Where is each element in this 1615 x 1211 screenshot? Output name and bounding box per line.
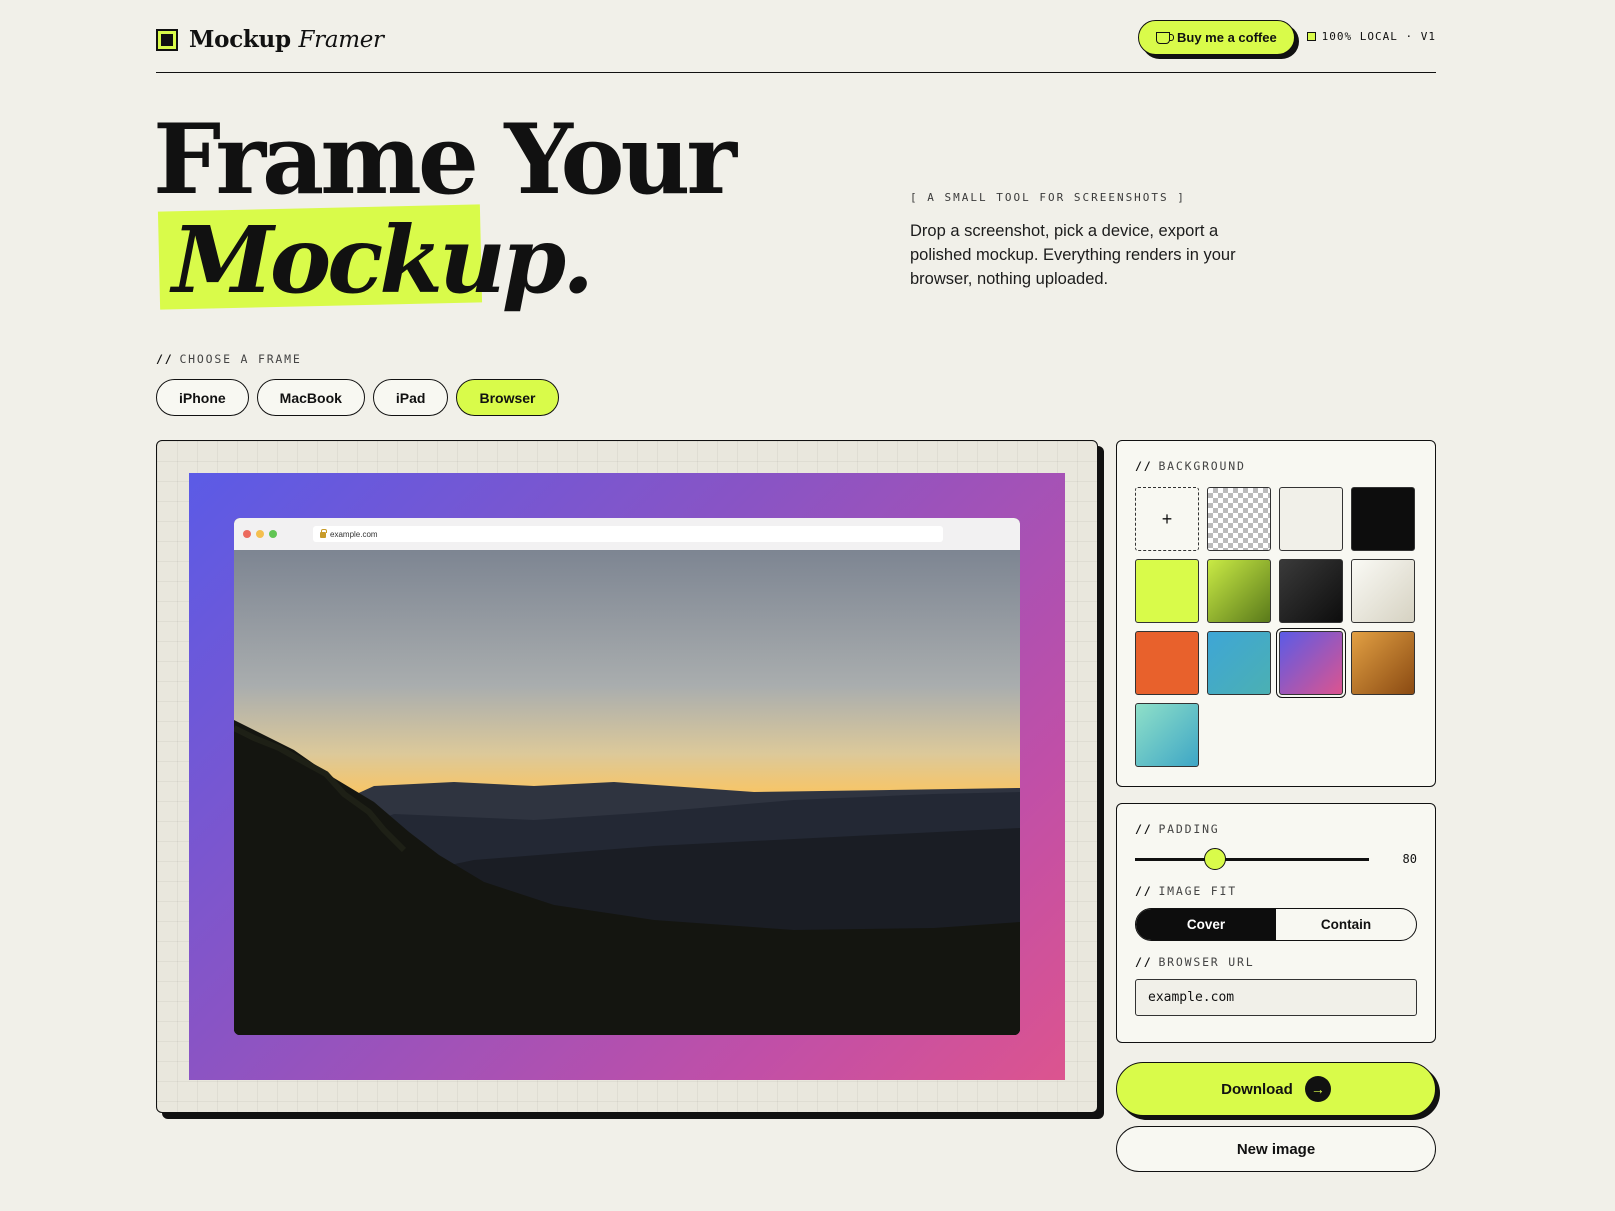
browser-url-label: // BROWSER URL bbox=[1135, 955, 1417, 969]
swatch-copper-gradient[interactable] bbox=[1351, 631, 1415, 695]
section-prefix: // bbox=[1135, 459, 1153, 473]
browser-url-label-text: BROWSER URL bbox=[1158, 955, 1255, 969]
swatch-violet-pink-gradient[interactable] bbox=[1276, 628, 1346, 698]
padding-slider-track[interactable] bbox=[1135, 858, 1369, 861]
swatch-grid: + bbox=[1135, 487, 1417, 767]
padding-slider-thumb[interactable] bbox=[1203, 848, 1226, 870]
close-dot-icon bbox=[243, 530, 251, 538]
lock-icon bbox=[320, 529, 327, 538]
swatch-black[interactable] bbox=[1351, 487, 1415, 551]
swatch-ocean-gradient[interactable] bbox=[1207, 631, 1271, 695]
top-header: Mockup Framer Buy me a coffee 100% LOCAL… bbox=[156, 18, 1436, 73]
browser-url-input[interactable] bbox=[1135, 979, 1417, 1016]
logo-name-italic: Framer bbox=[298, 27, 384, 53]
swatch-pearl-gradient[interactable] bbox=[1351, 559, 1415, 623]
browser-address-text: example.com bbox=[330, 529, 378, 539]
frame-tab-macbook[interactable]: MacBook bbox=[256, 379, 365, 416]
frame-tabs: iPhone MacBook iPad Browser bbox=[156, 379, 559, 416]
mockup-background: example.com bbox=[189, 473, 1065, 1080]
download-label: Download bbox=[1221, 1080, 1293, 1098]
new-image-button[interactable]: New image bbox=[1116, 1126, 1436, 1172]
browser-toolbar: example.com bbox=[234, 518, 1020, 550]
swatch-cream[interactable] bbox=[1279, 487, 1343, 551]
minimize-dot-icon bbox=[256, 530, 264, 538]
choose-frame-label-text: CHOOSE A FRAME bbox=[179, 352, 302, 366]
image-fit-label-text: IMAGE FIT bbox=[1158, 884, 1237, 898]
swatch-mint-gradient[interactable] bbox=[1135, 703, 1199, 767]
logo-mark-icon bbox=[156, 28, 178, 51]
background-label: // BACKGROUND bbox=[1135, 459, 1417, 473]
swatch-lime[interactable] bbox=[1135, 559, 1199, 623]
add-background-button[interactable]: + bbox=[1135, 487, 1199, 551]
swatch-orange[interactable] bbox=[1135, 631, 1199, 695]
section-prefix: // bbox=[1135, 822, 1153, 836]
logo[interactable]: Mockup Framer bbox=[156, 26, 384, 53]
padding-value: 80 bbox=[1402, 852, 1417, 866]
frame-tab-iphone[interactable]: iPhone bbox=[156, 379, 249, 416]
padding-slider[interactable]: 80 bbox=[1135, 844, 1417, 874]
swatch-olive-gradient[interactable] bbox=[1207, 559, 1271, 623]
logo-name: Mockup bbox=[189, 26, 291, 53]
plus-icon: + bbox=[1161, 508, 1173, 529]
image-fit-toggle: Cover Contain bbox=[1135, 908, 1417, 941]
arrow-right-icon: → bbox=[1304, 1076, 1331, 1102]
maximize-dot-icon bbox=[269, 530, 277, 538]
fit-cover-option[interactable]: Cover bbox=[1136, 909, 1276, 940]
hero-tagline: [ A SMALL TOOL FOR SCREENSHOTS ] bbox=[910, 191, 1186, 204]
buy-coffee-label: Buy me a coffee bbox=[1177, 30, 1277, 45]
frame-tab-ipad[interactable]: iPad bbox=[372, 379, 449, 416]
logo-text: Mockup Framer bbox=[189, 26, 384, 53]
swatch-charcoal-gradient[interactable] bbox=[1279, 559, 1343, 623]
image-fit-label: // IMAGE FIT bbox=[1135, 884, 1417, 898]
swatch-transparent[interactable] bbox=[1207, 487, 1271, 551]
choose-frame-label: // CHOOSE A FRAME bbox=[156, 352, 302, 366]
hero-lead: Drop a screenshot, pick a device, export… bbox=[910, 222, 1236, 288]
local-badge-text: 100% LOCAL · V1 bbox=[1321, 30, 1436, 43]
status-square-icon bbox=[1306, 32, 1316, 41]
download-button[interactable]: Download → bbox=[1116, 1062, 1436, 1116]
coffee-cup-icon bbox=[1156, 31, 1174, 44]
background-label-text: BACKGROUND bbox=[1158, 459, 1246, 473]
padding-label: // PADDING bbox=[1135, 822, 1417, 836]
settings-panel: // PADDING 80 // IMAGE FIT Cover Contain /… bbox=[1116, 803, 1436, 1043]
background-panel: // BACKGROUND + bbox=[1116, 440, 1436, 787]
buy-coffee-button[interactable]: Buy me a coffee bbox=[1138, 20, 1295, 55]
browser-frame: example.com bbox=[234, 518, 1020, 1035]
section-prefix: // bbox=[1135, 955, 1153, 969]
section-prefix: // bbox=[156, 352, 174, 366]
screenshot-image bbox=[234, 550, 1020, 1035]
hero-title-line2: Mockup. bbox=[172, 206, 594, 314]
hero-title-line1: Frame Your bbox=[153, 103, 737, 216]
section-prefix: // bbox=[1135, 884, 1153, 898]
local-badge: 100% LOCAL · V1 bbox=[1306, 30, 1436, 43]
frame-tab-browser[interactable]: Browser bbox=[456, 379, 559, 416]
browser-address-bar: example.com bbox=[313, 526, 943, 542]
padding-label-text: PADDING bbox=[1158, 822, 1220, 836]
fit-contain-option[interactable]: Contain bbox=[1276, 909, 1416, 940]
preview-canvas: example.com bbox=[156, 440, 1098, 1113]
